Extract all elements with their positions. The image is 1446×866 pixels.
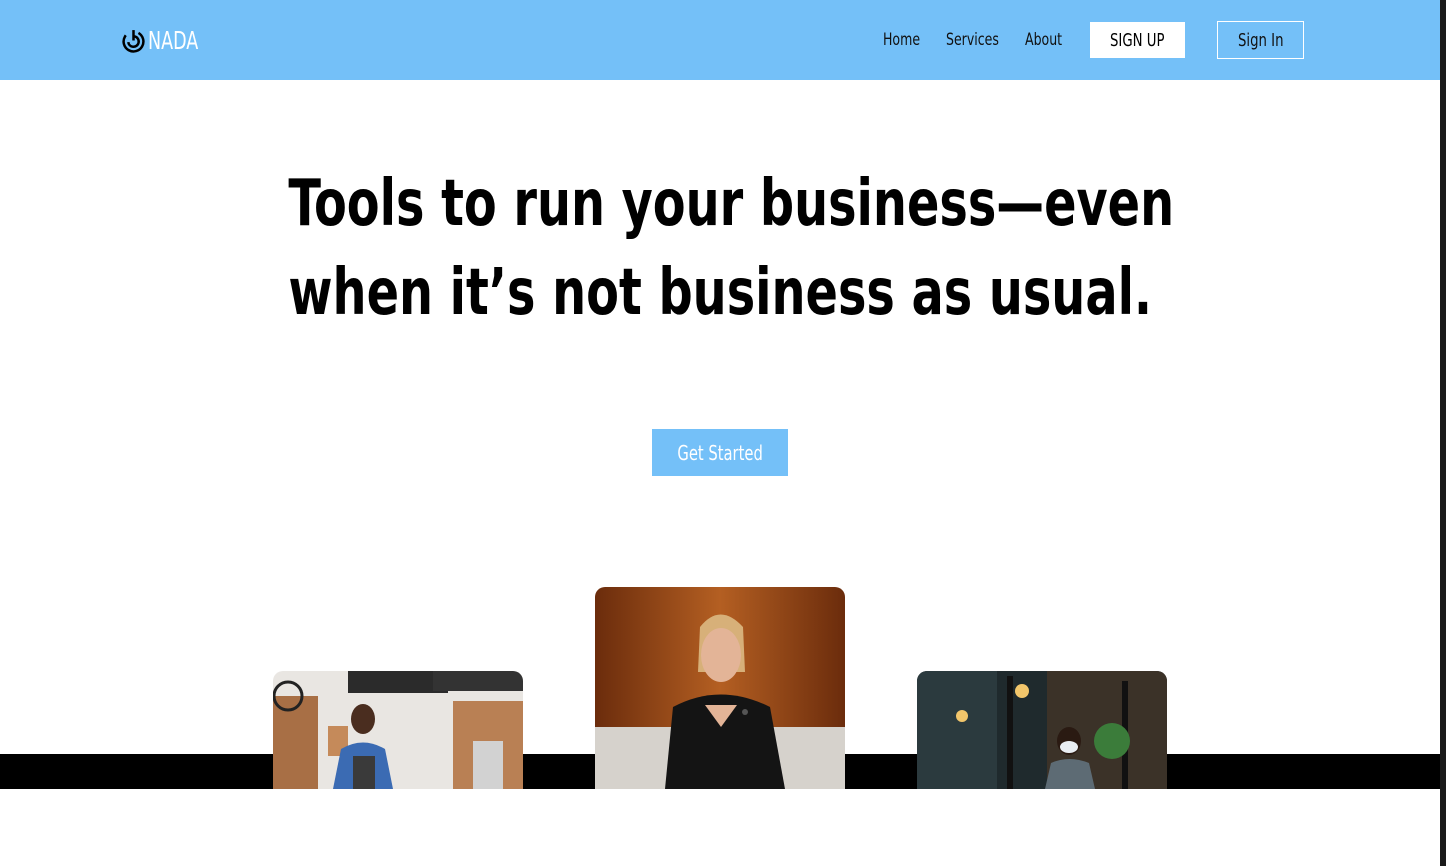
photo-restaurant-owner [595,587,845,789]
page-scrollbar[interactable] [1440,0,1446,866]
signup-button-label: SIGN UP [1110,29,1165,51]
power-swirl-icon [122,29,145,53]
brand-logo[interactable]: NADA [121,25,212,55]
hero-title: Tools to run your business—even when it’… [200,160,1240,338]
nav-about-link[interactable]: About [1025,30,1062,50]
photo-coffee-shop-owner [273,671,523,789]
site-header: NADA Home Services About SIGN UP Sign In [0,0,1440,80]
nav-home-link[interactable]: Home [883,30,920,50]
hero-title-line-1: Tools to run your business—even [288,167,1175,241]
photo-bar-owner-masked [917,671,1167,789]
hero-title-line-2: when it’s not business as usual. [288,256,1153,330]
signin-button[interactable]: Sign In [1217,21,1304,59]
signup-button[interactable]: SIGN UP [1090,22,1185,58]
nav-services-link[interactable]: Services [946,30,999,50]
signin-button-label: Sign In [1237,29,1284,51]
get-started-button-label: Get Started [677,440,763,465]
get-started-button[interactable]: Get Started [652,429,788,476]
brand-name: NADA [148,25,199,55]
